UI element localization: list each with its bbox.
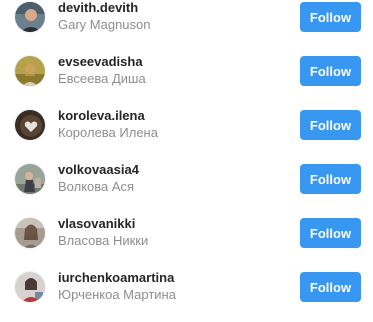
full-name: Gary Magnuson — [58, 17, 151, 32]
username[interactable]: iurchenkoamartina — [58, 270, 174, 286]
profile-photo-icon[interactable] — [14, 271, 46, 303]
follow-button[interactable]: Follow — [300, 164, 361, 194]
suggestion-row: volkovaasia4 Волкова Ася Follow — [0, 152, 373, 206]
suggestion-row: evseevadisha Евсеева Диша Follow — [0, 44, 373, 98]
follow-button[interactable]: Follow — [300, 56, 361, 86]
full-name: Евсеева Диша — [58, 71, 146, 86]
username[interactable]: devith.devith — [58, 0, 138, 16]
username[interactable]: volkovaasia4 — [58, 162, 139, 178]
suggestion-row: koroleva.ilena Королева Илена Follow — [0, 98, 373, 152]
username[interactable]: koroleva.ilena — [58, 108, 145, 124]
profile-photo-icon[interactable] — [14, 109, 46, 141]
follow-button[interactable]: Follow — [300, 110, 361, 140]
profile-photo-icon[interactable] — [14, 217, 46, 249]
suggestion-row: iurchenkoamartina Юрченкоа Мартина Follo… — [0, 260, 373, 314]
full-name: Королева Илена — [58, 125, 158, 140]
follow-button[interactable]: Follow — [300, 272, 361, 302]
username[interactable]: evseevadisha — [58, 54, 143, 70]
full-name: Волкова Ася — [58, 179, 135, 194]
profile-photo-icon[interactable] — [14, 1, 46, 33]
full-name: Власова Никки — [58, 233, 149, 248]
full-name: Юрченкоа Мартина — [58, 287, 176, 302]
username[interactable]: vlasovanikki — [58, 216, 135, 232]
profile-photo-icon[interactable] — [14, 163, 46, 195]
suggestion-row: devith.devith Gary Magnuson Follow — [0, 0, 373, 44]
suggestion-row: vlasovanikki Власова Никки Follow — [0, 206, 373, 260]
follow-button[interactable]: Follow — [300, 2, 361, 32]
follow-button[interactable]: Follow — [300, 218, 361, 248]
profile-photo-icon[interactable] — [14, 55, 46, 87]
